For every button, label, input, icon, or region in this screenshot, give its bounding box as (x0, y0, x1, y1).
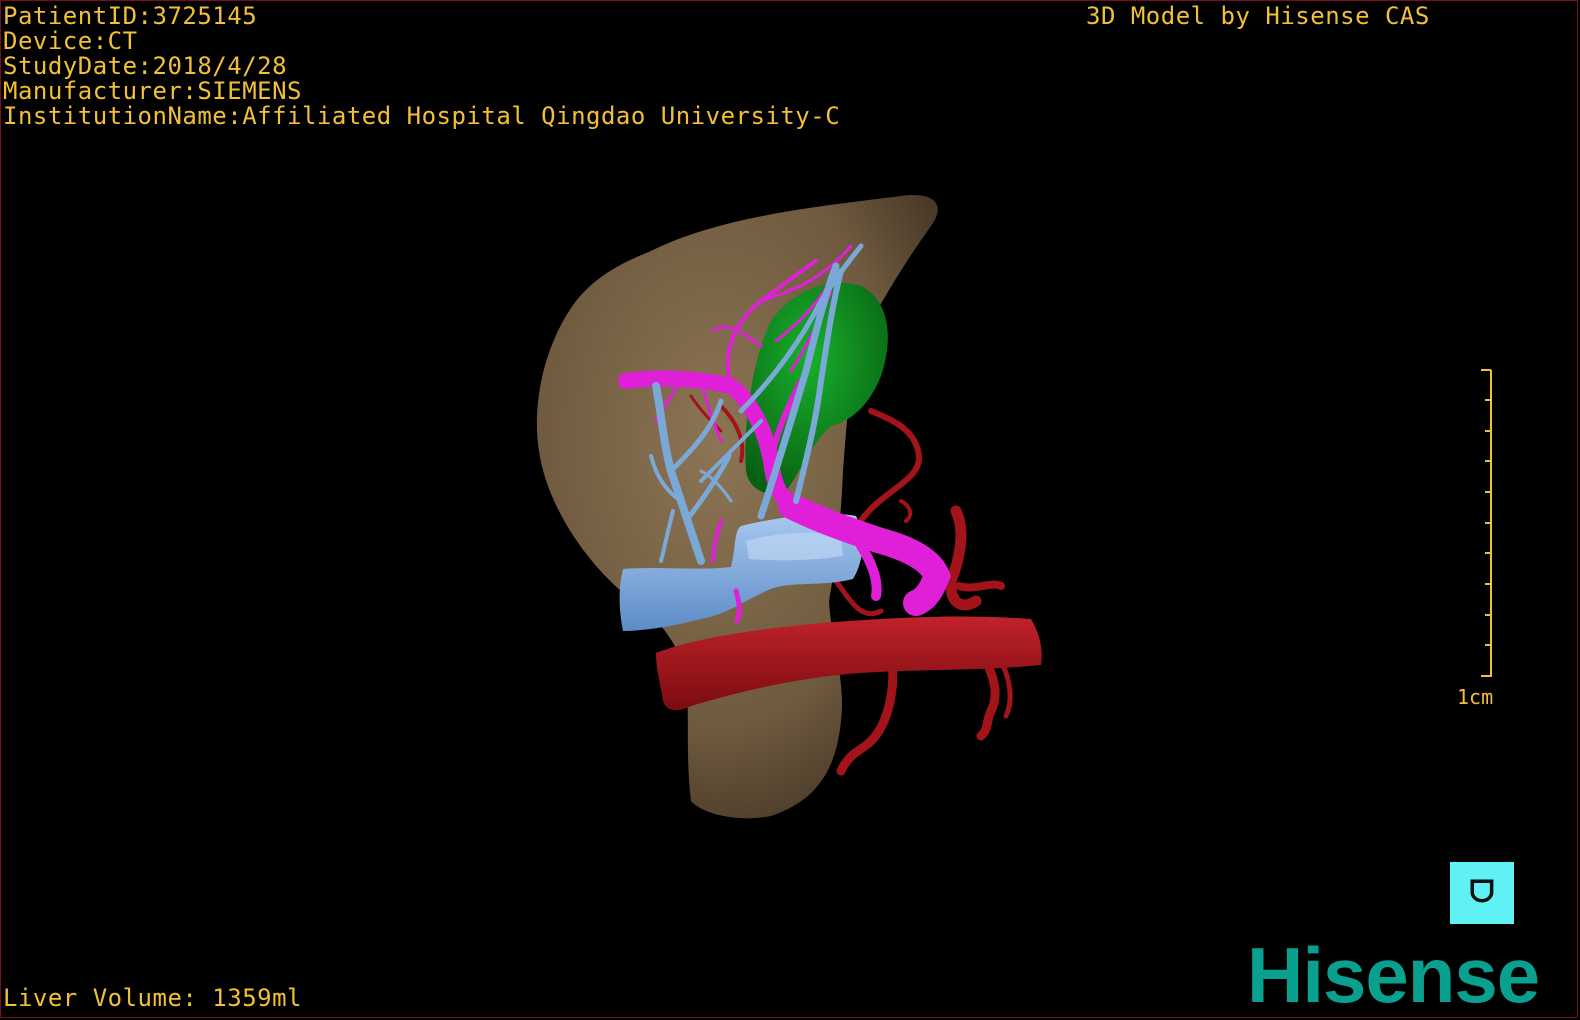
study-date: StudyDate:2018/4/28 (3, 52, 288, 80)
liver-volume: Liver Volume: 1359ml (3, 984, 302, 1012)
patient-info-panel: PatientID:3725145 Device:CT StudyDate:20… (3, 4, 840, 129)
orientation-cube-icon: ᗜ (1469, 875, 1495, 910)
institution-name: InstitutionName:Affiliated Hospital Qing… (3, 102, 841, 130)
hisense-logo: Hisense (1247, 931, 1540, 1018)
scale-bar (1481, 369, 1492, 677)
model-credit: 3D Model by Hisense CAS (1086, 2, 1430, 30)
device: Device:CT (3, 27, 138, 55)
scale-label: 1cm (1457, 685, 1494, 709)
liver-3d-model[interactable] (1, 1, 1578, 1018)
3d-viewport[interactable]: PatientID:3725145 Device:CT StudyDate:20… (0, 0, 1578, 1018)
orientation-cube-button[interactable]: ᗜ (1450, 862, 1514, 924)
manufacturer: Manufacturer:SIEMENS (3, 77, 302, 105)
patient-id: PatientID:3725145 (3, 2, 258, 30)
